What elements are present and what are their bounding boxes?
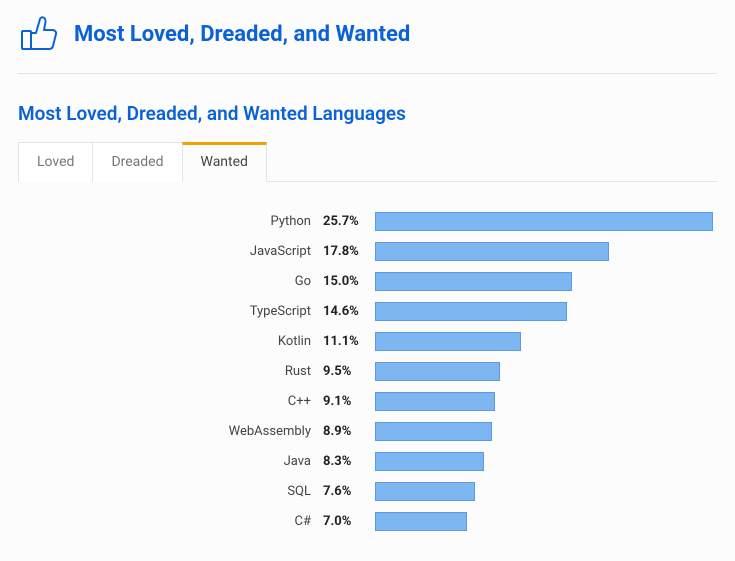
chart-bar-cell (375, 242, 717, 261)
chart-value-label: 14.6% (323, 304, 375, 319)
chart-row: SQL7.6% (18, 476, 717, 506)
chart-row: Python25.7% (18, 206, 717, 236)
chart-category-label: C++ (18, 394, 323, 409)
chart-subheader: Most Loved, Dreaded, and Wanted Language… (18, 102, 717, 125)
chart-row: Rust9.5% (18, 356, 717, 386)
chart-category-label: Python (18, 214, 323, 229)
chart-bar (375, 212, 713, 231)
chart-bar-cell (375, 332, 717, 351)
chart-bar (375, 452, 484, 471)
chart-bar (375, 422, 492, 441)
chart-row: Kotlin11.1% (18, 326, 717, 356)
tabs: Loved Dreaded Wanted (18, 141, 717, 182)
tab-loved[interactable]: Loved (18, 142, 93, 182)
chart-value-label: 8.9% (323, 424, 375, 439)
chart-value-label: 17.8% (323, 244, 375, 259)
chart-bar-cell (375, 482, 717, 501)
chart-category-label: C# (18, 514, 323, 529)
chart-bar (375, 362, 500, 381)
chart-bar (375, 512, 467, 531)
section-title: Most Loved, Dreaded, and Wanted (74, 22, 410, 47)
chart-bar-cell (375, 302, 717, 321)
chart-category-label: TypeScript (18, 304, 323, 319)
chart-value-label: 7.6% (323, 484, 375, 499)
tab-dreaded[interactable]: Dreaded (92, 142, 182, 182)
chart-row: Java8.3% (18, 446, 717, 476)
chart-bar-cell (375, 272, 717, 291)
chart-value-label: 9.1% (323, 394, 375, 409)
chart-value-label: 15.0% (323, 274, 375, 289)
chart-bar-cell (375, 392, 717, 411)
tab-wanted[interactable]: Wanted (182, 142, 267, 182)
chart-bar-cell (375, 452, 717, 471)
chart-row: Go15.0% (18, 266, 717, 296)
chart-bar (375, 332, 521, 351)
chart-bar-cell (375, 422, 717, 441)
chart-category-label: Rust (18, 364, 323, 379)
chart-category-label: WebAssembly (18, 424, 323, 439)
chart-bar (375, 482, 475, 501)
chart-category-label: JavaScript (18, 244, 323, 259)
chart-bar (375, 242, 609, 261)
chart-category-label: SQL (18, 484, 323, 499)
chart-bar-cell (375, 212, 717, 231)
chart-value-label: 9.5% (323, 364, 375, 379)
chart-row: WebAssembly8.9% (18, 416, 717, 446)
chart-bar (375, 392, 495, 411)
chart-bar-cell (375, 362, 717, 381)
chart-bar-cell (375, 512, 717, 531)
chart-row: C++9.1% (18, 386, 717, 416)
chart-bar (375, 272, 572, 291)
bar-chart: Python25.7%JavaScript17.8%Go15.0%TypeScr… (18, 206, 717, 536)
chart-category-label: Go (18, 274, 323, 289)
chart-value-label: 25.7% (323, 214, 375, 229)
chart-value-label: 7.0% (323, 514, 375, 529)
chart-row: JavaScript17.8% (18, 236, 717, 266)
chart-row: TypeScript14.6% (18, 296, 717, 326)
chart-value-label: 11.1% (323, 334, 375, 349)
chart-row: C#7.0% (18, 506, 717, 536)
chart-bar (375, 302, 567, 321)
chart-value-label: 8.3% (323, 454, 375, 469)
thumbs-up-icon (18, 13, 60, 55)
section-header: Most Loved, Dreaded, and Wanted (18, 5, 717, 74)
chart-category-label: Kotlin (18, 334, 323, 349)
chart-category-label: Java (18, 454, 323, 469)
